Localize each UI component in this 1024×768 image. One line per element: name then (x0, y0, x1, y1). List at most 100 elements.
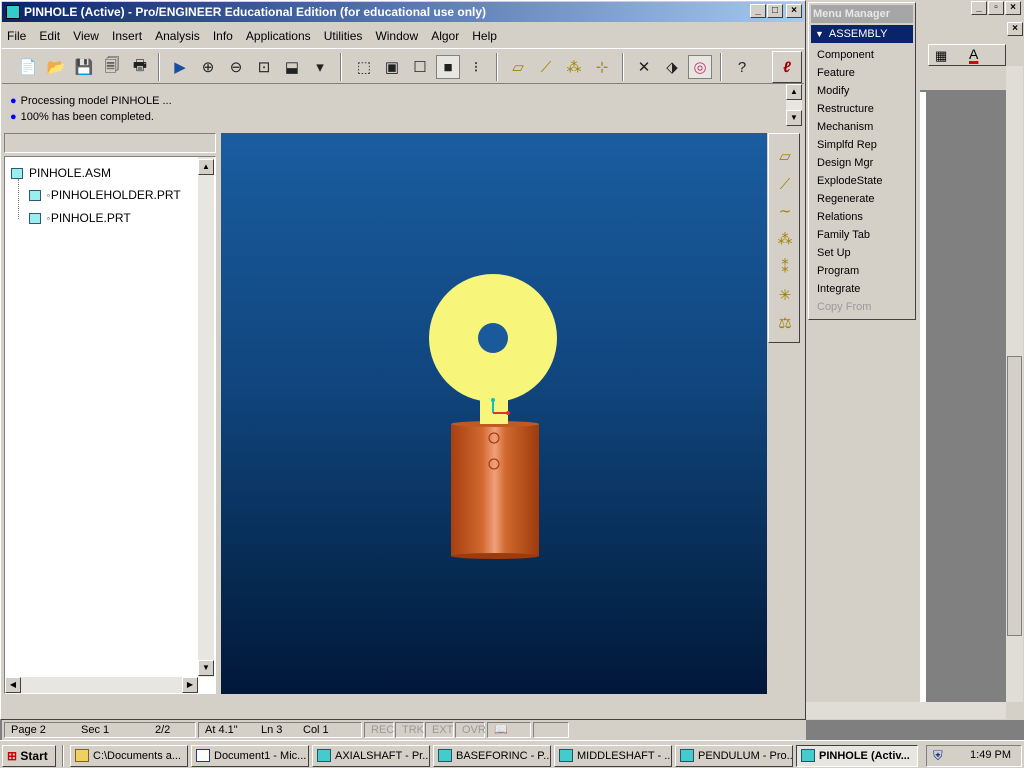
font-color-icon[interactable]: A (969, 46, 978, 62)
minimize-button[interactable]: _ (750, 4, 766, 18)
maximize-button[interactable]: □ (767, 4, 783, 18)
status-ext[interactable]: EXT (425, 722, 454, 738)
border-icon[interactable]: ▦ (935, 48, 947, 64)
graphics-window[interactable] (221, 133, 767, 694)
datum-analysis-icon[interactable]: ⚖ (773, 311, 797, 335)
mm-item-relations[interactable]: Relations (817, 208, 863, 226)
mm-item-component[interactable]: Component (817, 46, 874, 64)
datum-plane-icon[interactable]: ▱ (773, 144, 797, 168)
datum-csys-icon[interactable]: ✳ (773, 283, 797, 307)
mm-item-mechanism[interactable]: Mechanism (817, 118, 873, 136)
print-icon[interactable]: 🖶 (128, 55, 152, 79)
bg-doc-close-button[interactable]: × (1007, 22, 1023, 36)
bg-minimize-button[interactable]: _ (971, 1, 987, 15)
shield-icon[interactable]: ⛨ (933, 748, 943, 764)
spin-icon[interactable]: ◎ (688, 55, 712, 79)
zoom-fit-icon[interactable]: ⊡ (252, 55, 276, 79)
save-copy-icon[interactable]: 🗐 (100, 55, 124, 79)
datum-curve-icon[interactable]: ∼ (773, 199, 797, 223)
model-viewport[interactable] (221, 133, 767, 694)
scroll-down-icon[interactable]: ▼ (198, 660, 214, 676)
start-button[interactable]: ⊞ Start (2, 745, 56, 767)
datum-axes-icon[interactable]: ⟋ (534, 55, 558, 79)
message-scrollbar[interactable]: ▲ ▼ (786, 84, 802, 128)
datum-points-icon[interactable]: ⁂ (562, 55, 586, 79)
tree-horizontal-scrollbar[interactable]: ◀ ▶ (5, 677, 198, 693)
task-button-active[interactable]: PINHOLE (Activ... (796, 745, 918, 767)
menu-utilities[interactable]: Utilities (319, 26, 368, 46)
mm-item-restructure[interactable]: Restructure (817, 100, 874, 118)
bg-close-button[interactable]: × (1005, 1, 1021, 15)
mm-item-modify[interactable]: Modify (817, 82, 849, 100)
menu-window[interactable]: Window (370, 26, 423, 46)
scroll-down-icon[interactable]: ▼ (786, 110, 802, 126)
tree-item-part[interactable]: ▫ PINHOLE.PRT (29, 211, 131, 225)
menu-file[interactable]: File (2, 26, 31, 46)
mm-item-explodestate[interactable]: ExplodeState (817, 172, 882, 190)
orient-mode-icon[interactable]: ⬗ (660, 55, 684, 79)
menu-applications[interactable]: Applications (241, 26, 316, 46)
menu-info[interactable]: Info (208, 26, 238, 46)
tree-item-root[interactable]: PINHOLE.ASM (11, 166, 111, 180)
no-hidden-icon[interactable]: ☐ (408, 55, 432, 79)
mm-item-family-tab[interactable]: Family Tab (817, 226, 870, 244)
scroll-track[interactable] (786, 100, 802, 110)
menu-algor[interactable]: Algor (426, 26, 464, 46)
menu-help[interactable]: Help (467, 26, 502, 46)
new-file-icon[interactable]: 📄 (16, 55, 40, 79)
mm-item-integrate[interactable]: Integrate (817, 280, 860, 298)
mm-item-feature[interactable]: Feature (817, 64, 855, 82)
hidden-line-icon[interactable]: ▣ (380, 55, 404, 79)
status-rec[interactable]: REC (364, 722, 394, 738)
bg-scroll-thumb[interactable] (1007, 356, 1022, 636)
task-button[interactable]: BASEFORINC - P... (433, 745, 551, 767)
datum-planes-icon[interactable]: ▱ (506, 55, 530, 79)
scroll-up-icon[interactable]: ▲ (786, 84, 802, 100)
menu-manager-title[interactable]: Menu Manager (811, 5, 913, 23)
zoom-out-icon[interactable]: ⊖ (224, 55, 248, 79)
mm-item-regenerate[interactable]: Regenerate (817, 190, 875, 208)
mm-item-simplfd-rep[interactable]: Simplfd Rep (817, 136, 877, 154)
saved-views-icon[interactable]: ▾ (308, 55, 332, 79)
context-help-icon[interactable]: ? (730, 55, 754, 79)
open-folder-icon[interactable]: 📂 (44, 55, 68, 79)
status-trk[interactable]: TRK (395, 722, 424, 738)
datum-point-icon[interactable]: ⁂ (773, 227, 797, 251)
task-button[interactable]: C:\Documents a... (70, 745, 188, 767)
tree-item-part[interactable]: ▫ PINHOLEHOLDER.PRT (29, 188, 181, 202)
tree-vertical-scrollbar[interactable]: ▲ ▼ (198, 157, 214, 677)
mm-item-set-up[interactable]: Set Up (817, 244, 851, 262)
spelling-status-icon[interactable]: 📖 (487, 722, 531, 738)
save-icon[interactable]: 💾 (72, 55, 96, 79)
bg-vertical-scrollbar[interactable] (1006, 66, 1023, 702)
model-tree-icon[interactable]: ⁝ (464, 55, 488, 79)
menu-view[interactable]: View (68, 26, 104, 46)
mm-item-design-mgr[interactable]: Design Mgr (817, 154, 873, 172)
task-button[interactable]: Document1 - Mic... (191, 745, 309, 767)
task-button[interactable]: PENDULUM - Pro... (675, 745, 793, 767)
bg-restore-button[interactable]: ▫ (988, 1, 1004, 15)
title-bar[interactable]: PINHOLE (Active) - Pro/ENGINEER Educatio… (2, 2, 804, 22)
datum-axis-icon[interactable]: ⟋ (773, 172, 797, 196)
repaint-icon[interactable]: ▶ (168, 55, 192, 79)
shading-icon[interactable]: ■ (436, 55, 460, 79)
spin-center-icon[interactable]: ✕ (632, 55, 656, 79)
menu-manager-header[interactable]: ▼ ASSEMBLY (811, 25, 913, 43)
coordinate-systems-icon[interactable]: ⊹ (590, 55, 614, 79)
task-button[interactable]: MIDDLESHAFT - ... (554, 745, 672, 767)
menu-analysis[interactable]: Analysis (150, 26, 205, 46)
mm-item-program[interactable]: Program (817, 262, 859, 280)
scroll-up-icon[interactable]: ▲ (198, 159, 214, 175)
wireframe-icon[interactable]: ⬚ (352, 55, 376, 79)
clock[interactable]: 1:49 PM (970, 749, 1011, 761)
close-button[interactable]: × (786, 4, 802, 18)
task-button[interactable]: AXIALSHAFT - Pr... (312, 745, 430, 767)
menu-insert[interactable]: Insert (107, 26, 147, 46)
scroll-right-icon[interactable]: ▶ (182, 677, 198, 693)
datum-point-offset-icon[interactable]: ⁑ (773, 255, 797, 279)
status-ovr[interactable]: OVR (455, 722, 486, 738)
bg-horizontal-scrollbar[interactable] (806, 702, 1006, 719)
pinholeholder-part[interactable] (451, 421, 539, 559)
zoom-in-icon[interactable]: ⊕ (196, 55, 220, 79)
scroll-left-icon[interactable]: ◀ (5, 677, 21, 693)
